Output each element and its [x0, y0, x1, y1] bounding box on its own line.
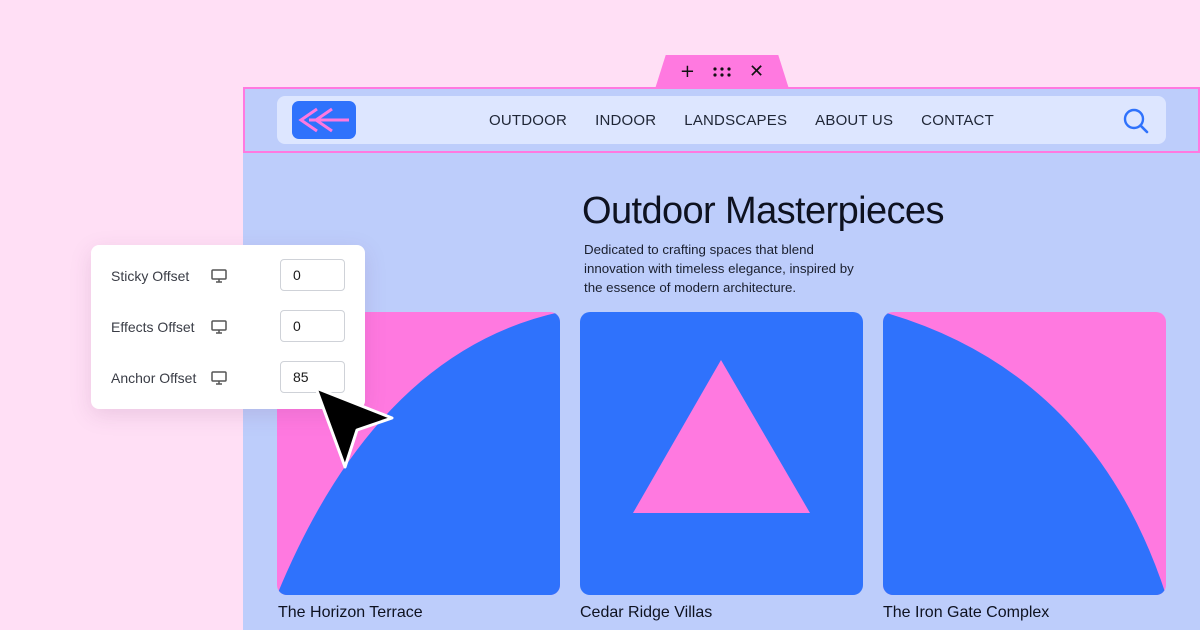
site-header: OUTDOOR INDOOR LANDSCAPES ABOUT US CONTA…	[277, 96, 1166, 144]
desktop-icon[interactable]	[211, 269, 227, 283]
card-title[interactable]: The Horizon Terrace	[278, 604, 423, 622]
nav-item-indoor[interactable]: INDOOR	[595, 112, 656, 129]
card-title[interactable]: The Iron Gate Complex	[883, 604, 1049, 622]
desktop-icon[interactable]	[211, 371, 227, 385]
close-icon[interactable]: ✕	[749, 63, 764, 81]
effects-offset-row: Effects Offset	[111, 310, 345, 344]
page-title: Outdoor Masterpieces	[582, 190, 944, 232]
mouse-pointer-icon	[314, 386, 394, 469]
anchor-offset-label: Anchor Offset	[111, 370, 197, 386]
card-image-iron-gate[interactable]	[883, 312, 1166, 595]
search-button[interactable]	[1122, 107, 1150, 135]
main-nav: OUTDOOR INDOOR LANDSCAPES ABOUT US CONTA…	[489, 96, 994, 144]
element-toolbar: + ✕	[655, 55, 789, 89]
sticky-offset-input[interactable]	[280, 259, 345, 291]
search-icon	[1123, 108, 1149, 134]
sticky-offset-label: Sticky Offset	[111, 268, 190, 284]
card-image-cedar-ridge[interactable]	[580, 312, 863, 595]
drag-handle-icon[interactable]	[713, 63, 731, 81]
nav-item-about-us[interactable]: ABOUT US	[815, 112, 893, 129]
desktop-icon[interactable]	[211, 320, 227, 334]
nav-item-contact[interactable]: CONTACT	[921, 112, 994, 129]
plus-icon[interactable]: +	[680, 63, 695, 81]
card-title[interactable]: Cedar Ridge Villas	[580, 604, 712, 622]
logo[interactable]	[292, 101, 356, 139]
hero-description: Dedicated to crafting spaces that blend …	[584, 242, 854, 295]
effects-offset-input[interactable]	[280, 310, 345, 342]
nav-item-landscapes[interactable]: LANDSCAPES	[684, 112, 787, 129]
effects-offset-label: Effects Offset	[111, 319, 195, 335]
double-chevron-logo-icon	[298, 107, 349, 133]
sticky-offset-row: Sticky Offset	[111, 259, 345, 293]
nav-item-outdoor[interactable]: OUTDOOR	[489, 112, 567, 129]
anchor-offset-row: Anchor Offset	[111, 361, 345, 395]
